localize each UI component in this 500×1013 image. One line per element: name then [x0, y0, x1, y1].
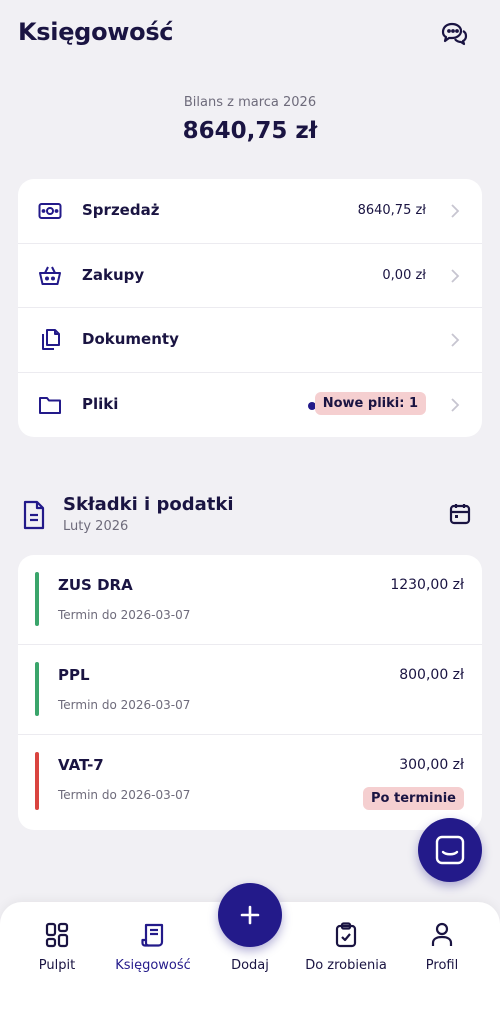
tax-amount: 800,00 zł	[399, 667, 464, 683]
nav-item-label: Księgowość	[115, 958, 191, 973]
tax-amount: 1230,00 zł	[390, 577, 464, 593]
calendar-icon[interactable]	[448, 502, 472, 526]
page-title: Księgowość	[18, 18, 174, 46]
dashboard-icon	[45, 922, 69, 948]
menu-item-value: 8640,75 zł	[357, 203, 426, 218]
basket-icon	[39, 266, 61, 285]
app-header: Księgowość	[0, 0, 500, 70]
menu-item-files[interactable]: Pliki Nowe pliki: 1	[18, 373, 482, 438]
status-bar	[35, 662, 39, 716]
menu-item-label: Sprzedaż	[82, 201, 160, 219]
add-button-label: Dodaj	[231, 958, 269, 973]
support-chat-icon	[435, 835, 465, 865]
menu-item-label: Zakupy	[82, 265, 145, 284]
cash-icon	[38, 203, 62, 219]
nav-item-accounting[interactable]: Księgowość	[105, 902, 201, 992]
tax-item-zus[interactable]: ZUS DRA 1230,00 zł Termin do 2026-03-07	[18, 555, 482, 645]
documents-icon	[42, 329, 60, 350]
clipboard-check-icon	[335, 922, 357, 948]
tax-amount: 300,00 zł	[399, 757, 464, 773]
chevron-right-icon	[451, 204, 460, 218]
status-bar	[35, 572, 39, 626]
menu-item-documents[interactable]: Dokumenty	[18, 308, 482, 373]
nav-item-todo[interactable]: Do zrobienia	[298, 902, 394, 992]
tax-name: PPL	[58, 666, 90, 684]
menu-item-label: Pliki	[82, 394, 119, 413]
tax-item-vat[interactable]: VAT-7 300,00 zł Termin do 2026-03-07 Po …	[18, 735, 482, 830]
menu-item-sales[interactable]: Sprzedaż 8640,75 zł	[18, 179, 482, 244]
nav-item-profile[interactable]: Profil	[394, 902, 490, 992]
tax-due-date: Termin do 2026-03-07	[58, 788, 191, 802]
new-files-badge: Nowe pliki: 1	[314, 391, 426, 415]
section-title: Składki i podatki	[63, 494, 234, 515]
nav-item-label: Pulpit	[38, 958, 76, 973]
balance-label: Bilans z marca 2026	[183, 95, 317, 110]
chevron-right-icon	[451, 397, 460, 412]
tax-name: ZUS DRA	[58, 576, 133, 594]
nav-item-dashboard[interactable]: Pulpit	[9, 902, 105, 992]
status-bar	[35, 752, 39, 810]
menu-item-value: 0,00 zł	[382, 267, 426, 283]
chat-bubbles-icon[interactable]	[440, 21, 468, 47]
tax-document-icon	[23, 500, 45, 530]
tax-name: VAT-7	[58, 756, 104, 774]
receipt-icon	[141, 923, 164, 947]
user-icon	[431, 922, 453, 946]
chevron-right-icon	[451, 333, 460, 347]
balance-value: 8640,75 zł	[182, 118, 318, 144]
tax-due-date: Termin do 2026-03-07	[58, 698, 191, 712]
taxes-section-header: Składki i podatki Luty 2026	[18, 492, 482, 542]
menu-item-purchases[interactable]: Zakupy 0,00 zł	[18, 244, 482, 308]
plus-icon	[240, 905, 260, 925]
nav-item-label: Do zrobienia	[305, 958, 387, 973]
folder-icon	[39, 396, 61, 414]
tax-due-date: Termin do 2026-03-07	[58, 608, 191, 622]
menu-item-label: Dokumenty	[82, 330, 179, 348]
chevron-right-icon	[451, 268, 460, 283]
taxes-card: ZUS DRA 1230,00 zł Termin do 2026-03-07 …	[18, 555, 482, 830]
nav-item-label: Profil	[425, 958, 459, 973]
accounting-menu-card: Sprzedaż 8640,75 zł Zakupy 0,00 zł Dokum…	[18, 179, 482, 437]
support-chat-button[interactable]	[418, 818, 482, 882]
tax-item-ppl[interactable]: PPL 800,00 zł Termin do 2026-03-07	[18, 645, 482, 735]
add-button[interactable]	[218, 883, 282, 947]
section-period: Luty 2026	[63, 519, 129, 534]
overdue-badge: Po terminie	[363, 787, 464, 810]
